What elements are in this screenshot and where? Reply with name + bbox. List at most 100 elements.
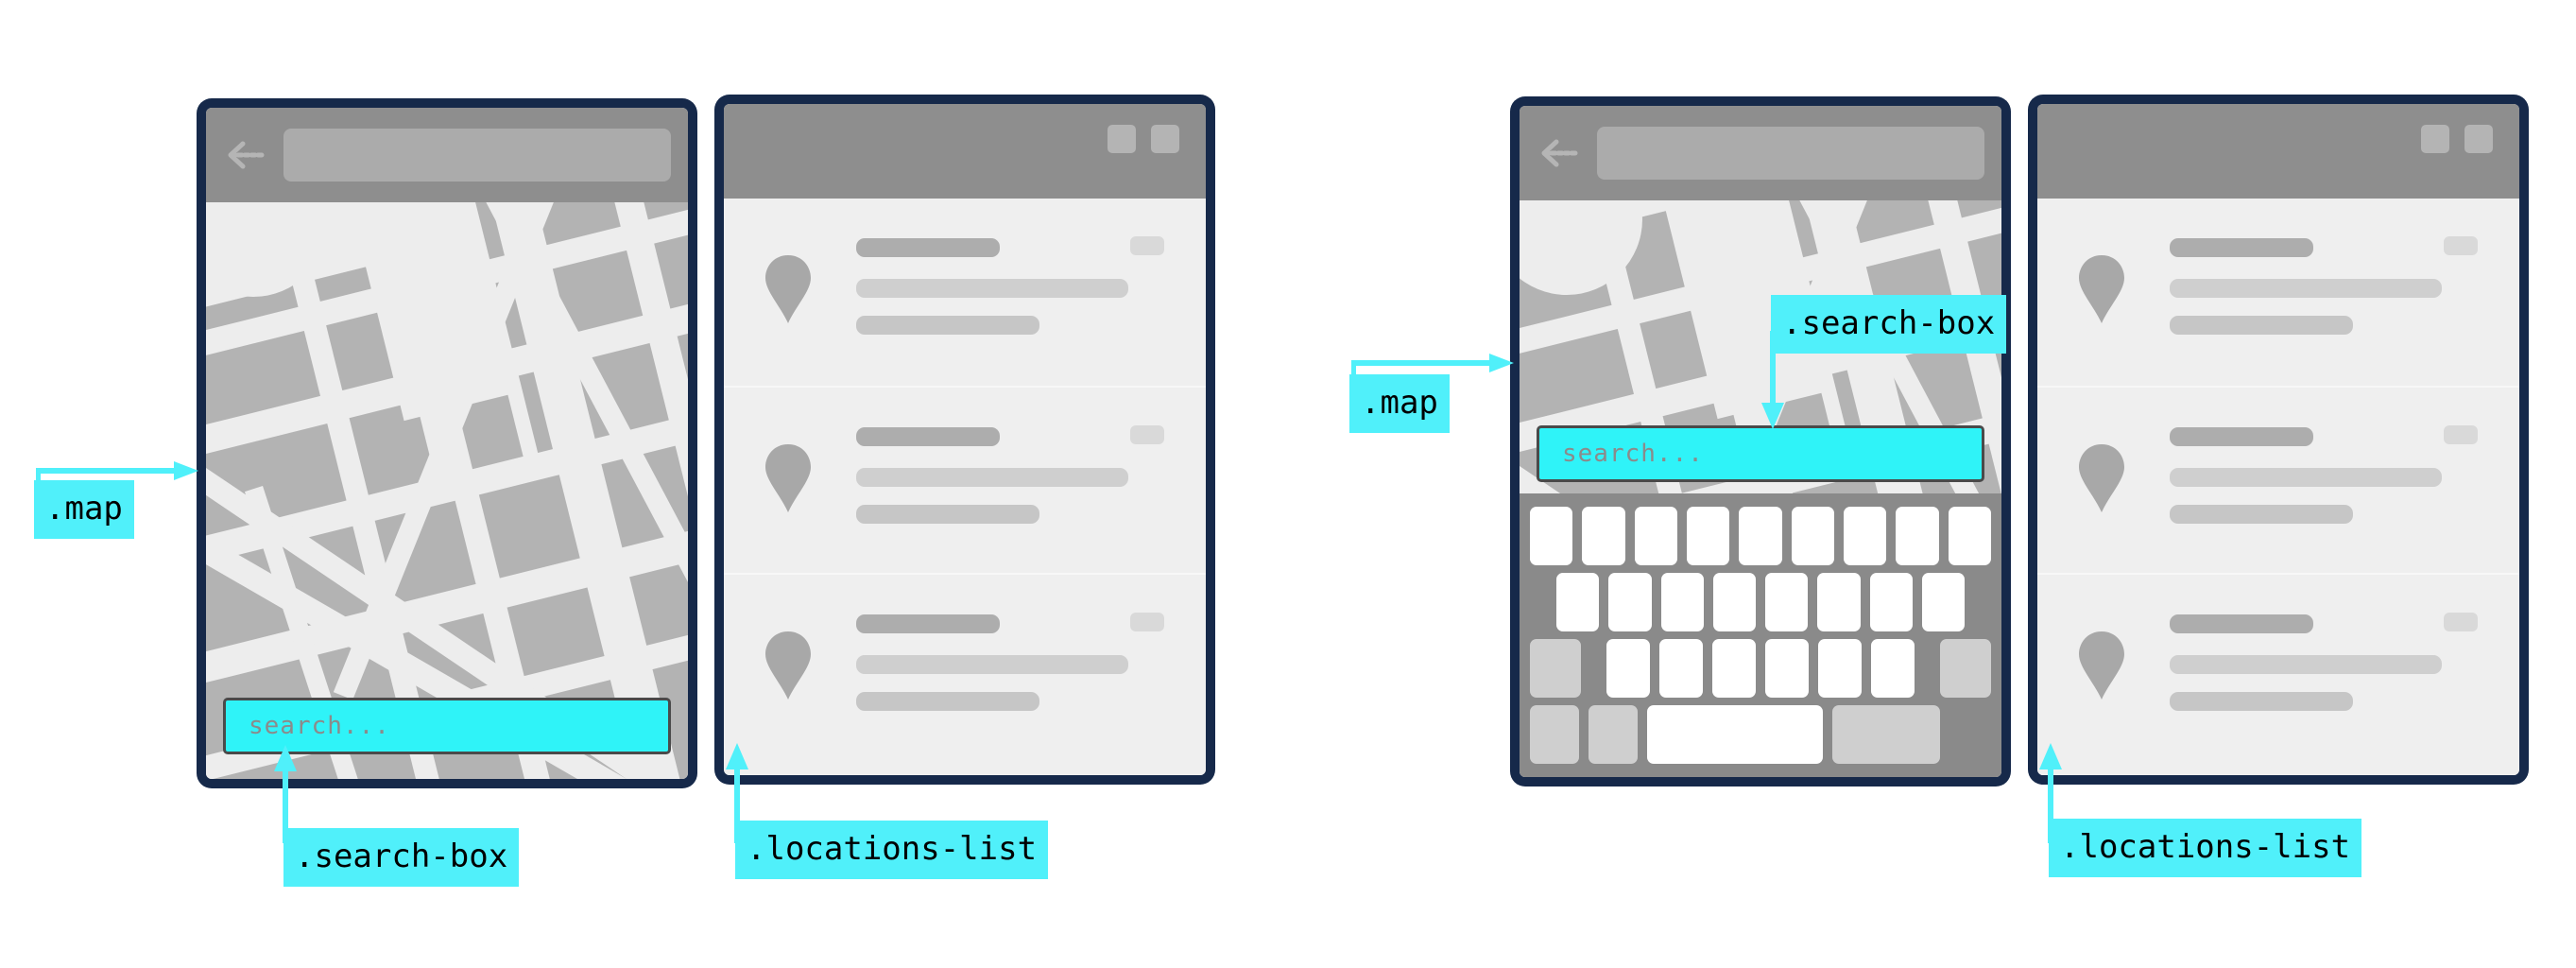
list-item[interactable] (2037, 386, 2519, 573)
keyboard-key[interactable] (1686, 507, 1730, 565)
keyboard-row-3 (1520, 639, 2001, 698)
right-locations-list[interactable] (2037, 199, 2519, 775)
keyboard-key[interactable] (1818, 639, 1862, 698)
keyboard-key[interactable] (1739, 507, 1782, 565)
list-item-subtitle (856, 655, 1128, 674)
right-phone-topbar-field[interactable] (1597, 127, 1984, 180)
list-item-badge (2444, 236, 2478, 255)
keyboard-space-key[interactable] (1647, 705, 1823, 764)
list-item-detail (2170, 692, 2353, 711)
window-control-square-icon[interactable] (1151, 125, 1179, 153)
keyboard-return-key[interactable] (1832, 705, 1940, 764)
list-item-badge (1130, 236, 1164, 255)
right-phone-search-box[interactable]: search... (1537, 425, 1984, 482)
list-item[interactable] (724, 573, 1206, 760)
window-control-square-icon[interactable] (1108, 125, 1136, 153)
keyboard-key[interactable] (1712, 573, 1756, 631)
map-callout-label: .map (34, 480, 134, 539)
keyboard-shift-key[interactable] (1530, 639, 1581, 698)
list-item-subtitle (2170, 655, 2442, 674)
keyboard-key[interactable] (1791, 507, 1834, 565)
list-item-title (2170, 238, 2313, 257)
left-map-phone: search... (197, 98, 697, 788)
list-item-title (856, 614, 1000, 633)
search-box-callout-label: .search-box (283, 828, 520, 887)
keyboard-row-2 (1520, 573, 2001, 631)
keyboard-numeric-key[interactable] (1530, 705, 1579, 764)
map-pin-icon (2077, 442, 2126, 514)
list-item[interactable] (724, 386, 1206, 573)
map-pin-icon (764, 630, 813, 701)
on-screen-keyboard[interactable] (1520, 493, 2001, 777)
back-arrow-icon[interactable] (227, 136, 266, 174)
keyboard-key[interactable] (1948, 507, 1991, 565)
left-phone-map[interactable] (206, 202, 688, 779)
map-pin-icon (2077, 253, 2126, 325)
keyboard-key[interactable] (1659, 639, 1703, 698)
search-box-callout-label: .search-box (1771, 295, 2007, 354)
map-pin-icon (764, 253, 813, 325)
keyboard-key[interactable] (1556, 573, 1600, 631)
list-item-title (2170, 614, 2313, 633)
right-list-header (2037, 104, 2519, 199)
keyboard-key[interactable] (1869, 573, 1913, 631)
list-item-detail (2170, 316, 2353, 335)
locations-list-callout-label: .locations-list (735, 821, 1049, 879)
keyboard-key[interactable] (1817, 573, 1861, 631)
list-item-title (856, 238, 1000, 257)
left-phone-topbar (206, 108, 688, 202)
keyboard-key[interactable] (1660, 573, 1704, 631)
right-phone-topbar (1520, 106, 2001, 200)
window-control-square-icon[interactable] (2464, 125, 2493, 153)
keyboard-key[interactable] (1634, 507, 1677, 565)
list-item-detail (856, 316, 1039, 335)
keyboard-key[interactable] (1896, 507, 1939, 565)
keyboard-key[interactable] (1765, 639, 1809, 698)
left-phone-topbar-field[interactable] (283, 129, 671, 182)
keyboard-key[interactable] (1608, 573, 1652, 631)
window-control-square-icon[interactable] (2421, 125, 2449, 153)
left-locations-list[interactable] (724, 199, 1206, 775)
keyboard-emoji-key[interactable] (1589, 705, 1638, 764)
keyboard-key[interactable] (1582, 507, 1625, 565)
keyboard-key[interactable] (1921, 573, 1965, 631)
keyboard-backspace-key[interactable] (1940, 639, 1991, 698)
search-placeholder: search... (249, 712, 390, 740)
list-item-badge (1130, 425, 1164, 444)
list-item[interactable] (724, 199, 1206, 386)
left-locations-list-device (714, 95, 1215, 785)
right-list-screen (2037, 104, 2519, 775)
search-placeholder: search... (1562, 440, 1704, 468)
list-item-detail (856, 692, 1039, 711)
list-item-detail (2170, 505, 2353, 524)
keyboard-key[interactable] (1765, 573, 1809, 631)
keyboard-key[interactable] (1871, 639, 1915, 698)
left-list-screen (724, 104, 1206, 775)
list-item-badge (2444, 425, 2478, 444)
keyboard-row-1 (1520, 507, 2001, 565)
list-item-detail (856, 505, 1039, 524)
back-arrow-icon[interactable] (1540, 134, 1580, 172)
list-item-subtitle (2170, 468, 2442, 487)
list-item-badge (2444, 613, 2478, 631)
right-map-phone: search... (1510, 96, 2011, 786)
keyboard-key[interactable] (1843, 507, 1887, 565)
keyboard-row-4 (1520, 705, 2001, 764)
list-item-subtitle (856, 279, 1128, 298)
keyboard-key[interactable] (1712, 639, 1756, 698)
mockup-canvas: search... .map .search-box .locations-li… (0, 0, 2576, 968)
keyboard-key[interactable] (1530, 507, 1573, 565)
right-locations-list-device (2028, 95, 2529, 785)
map-pin-icon (2077, 630, 2126, 701)
map-pin-icon (764, 442, 813, 514)
list-item-badge (1130, 613, 1164, 631)
list-item-subtitle (856, 468, 1128, 487)
right-phone-screen: search... (1520, 106, 2001, 777)
list-item[interactable] (2037, 573, 2519, 760)
map-callout-label: .map (1349, 374, 1450, 433)
keyboard-key[interactable] (1606, 639, 1650, 698)
left-list-header (724, 104, 1206, 199)
locations-list-callout-label: .locations-list (2049, 819, 2362, 877)
list-item[interactable] (2037, 199, 2519, 386)
list-item-title (856, 427, 1000, 446)
